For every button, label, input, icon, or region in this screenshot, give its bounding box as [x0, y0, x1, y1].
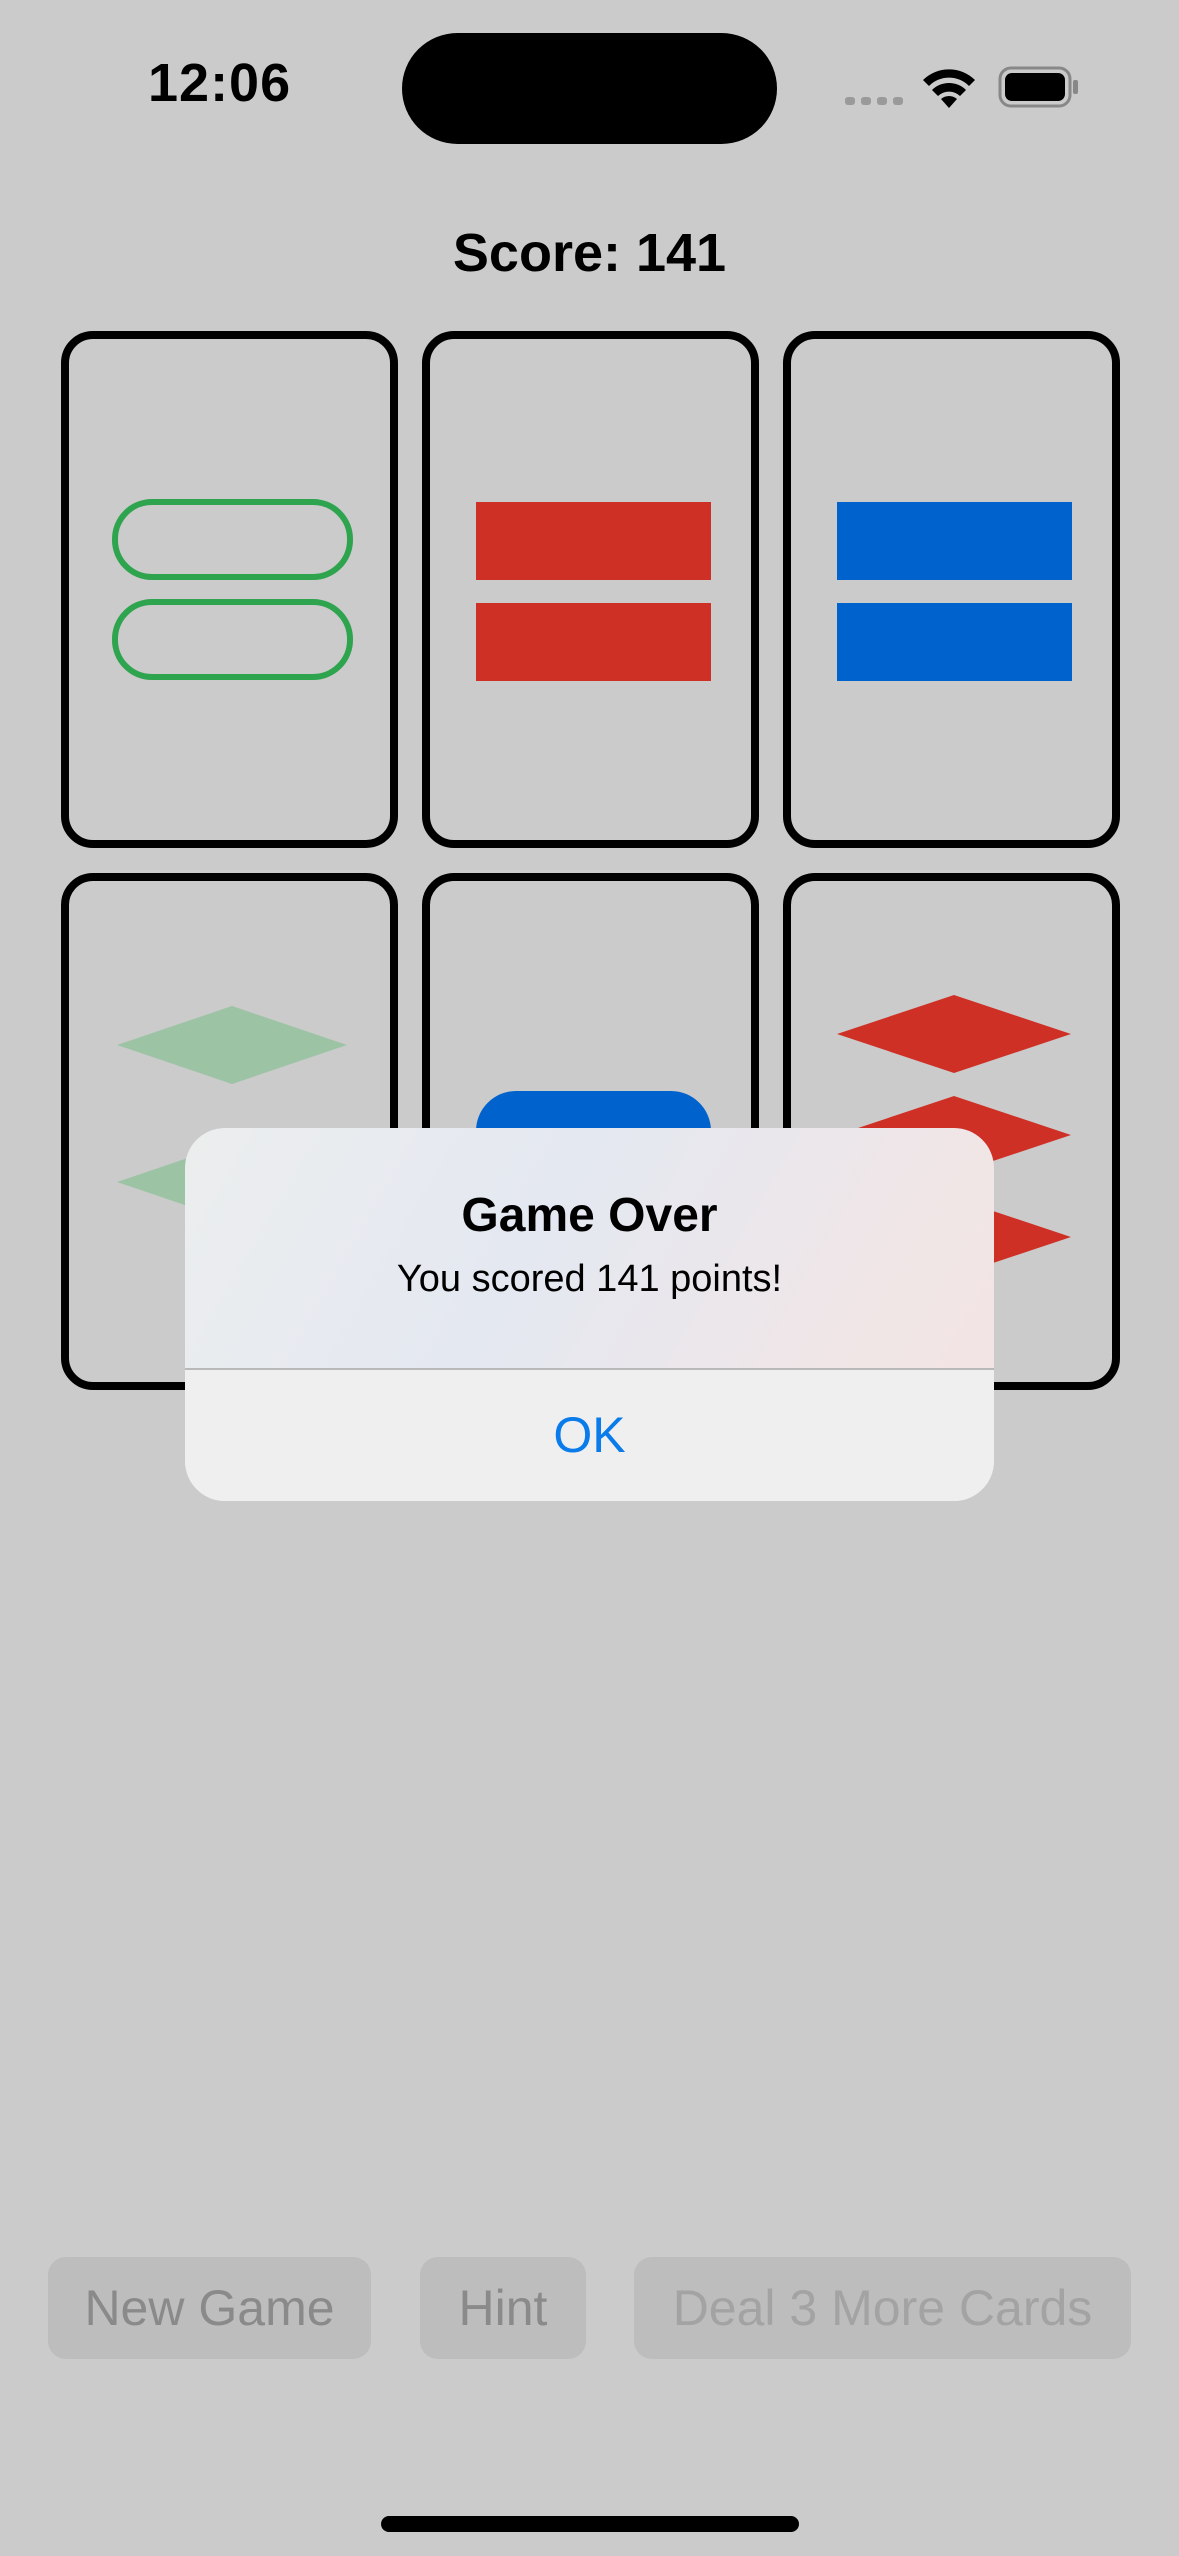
alert-message: You scored 141 points!	[396, 1258, 783, 1300]
card-two-blue-rectangles[interactable]	[783, 331, 1120, 848]
home-indicator[interactable]	[381, 2516, 799, 2532]
oval-shape-icon	[112, 499, 353, 680]
new-game-button[interactable]: New Game	[48, 2257, 371, 2359]
alert-title: Game Over	[461, 1189, 718, 1242]
card-two-red-rectangles[interactable]	[422, 331, 759, 848]
deal-three-more-cards-button[interactable]: Deal 3 More Cards	[634, 2257, 1131, 2359]
rectangle-shape-icon	[476, 502, 711, 681]
wifi-icon	[923, 69, 975, 108]
ok-button[interactable]: OK	[185, 1370, 994, 1501]
battery-icon	[998, 66, 1078, 108]
score-label: Score: 141	[452, 223, 727, 283]
status-time: 12:06	[148, 53, 292, 113]
card-two-green-outline-ovals[interactable]	[61, 331, 398, 848]
dynamic-island	[402, 33, 777, 144]
signal-icon	[845, 97, 903, 105]
hint-button[interactable]: Hint	[420, 2257, 586, 2359]
rectangle-shape-icon	[837, 502, 1072, 681]
game-over-alert: Game Over You scored 141 points! OK	[185, 1128, 994, 1501]
